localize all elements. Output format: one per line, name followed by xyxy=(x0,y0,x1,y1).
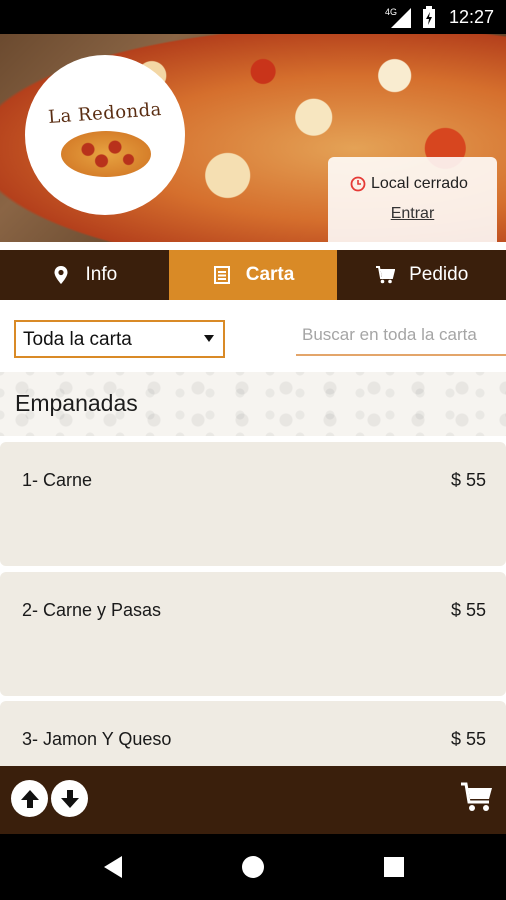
dropdown-arrow-icon xyxy=(204,335,214,342)
recents-icon[interactable] xyxy=(381,854,407,880)
category-select[interactable]: Toda la carta xyxy=(14,320,225,358)
menu-item-list: 1- Carne $ 55 2- Carne y Pasas $ 55 3- J… xyxy=(0,436,506,766)
category-select-value: Toda la carta xyxy=(23,329,132,350)
location-pin-icon xyxy=(54,266,68,284)
search-input[interactable] xyxy=(296,318,506,352)
menu-list-icon xyxy=(213,266,230,284)
item-price: $ 55 xyxy=(450,600,486,620)
item-name: 1- Carne xyxy=(22,470,93,490)
enter-link[interactable]: Entrar xyxy=(328,205,497,223)
category-header: Empanadas xyxy=(0,372,506,436)
main-tabs: Info Carta Pedido xyxy=(0,250,506,300)
scroll-down-button[interactable] xyxy=(51,780,88,817)
menu-item[interactable]: 1- Carne $ 55 xyxy=(0,442,506,566)
tab-label: Carta xyxy=(245,264,295,285)
back-icon[interactable] xyxy=(100,854,126,880)
arrow-down-icon xyxy=(60,789,79,808)
menu-item[interactable]: 2- Carne y Pasas $ 55 xyxy=(0,572,506,696)
category-title: Empanadas xyxy=(15,390,138,416)
store-status-card: Local cerrado Entrar xyxy=(328,157,497,242)
status-bar: 4G 12:27 xyxy=(0,0,506,34)
item-name: 3- Jamon Y Queso xyxy=(22,729,172,749)
tab-label: Pedido xyxy=(409,264,469,285)
menu-item[interactable]: 3- Jamon Y Queso $ 55 xyxy=(0,701,506,766)
cell-signal-icon: 4G xyxy=(385,7,411,28)
scroll-up-button[interactable] xyxy=(11,780,48,817)
svg-text:4G: 4G xyxy=(385,7,397,17)
clock-time: 12:27 xyxy=(448,7,494,27)
tab-carta[interactable]: Carta xyxy=(168,250,338,300)
tab-pedido[interactable]: Pedido xyxy=(337,250,506,300)
home-icon[interactable] xyxy=(240,854,266,880)
restaurant-logo: La Redonda xyxy=(25,55,185,215)
item-price: $ 55 xyxy=(450,729,486,749)
battery-charging-icon xyxy=(423,6,435,28)
tab-label: Info xyxy=(85,264,118,285)
item-price: $ 55 xyxy=(450,470,486,490)
system-nav-bar xyxy=(0,834,506,900)
search-field[interactable] xyxy=(296,318,506,356)
store-status: Local cerrado xyxy=(350,175,468,193)
store-status-text: Local cerrado xyxy=(371,175,468,192)
bottom-action-bar xyxy=(0,766,506,834)
arrow-up-icon xyxy=(20,789,39,808)
cart-icon xyxy=(376,266,396,284)
clock-icon xyxy=(350,176,366,192)
tab-info[interactable]: Info xyxy=(0,250,169,300)
logo-text: La Redonda xyxy=(47,99,163,128)
item-name: 2- Carne y Pasas xyxy=(22,600,162,620)
cart-icon[interactable] xyxy=(460,780,494,814)
pizza-logo-image xyxy=(61,131,151,177)
